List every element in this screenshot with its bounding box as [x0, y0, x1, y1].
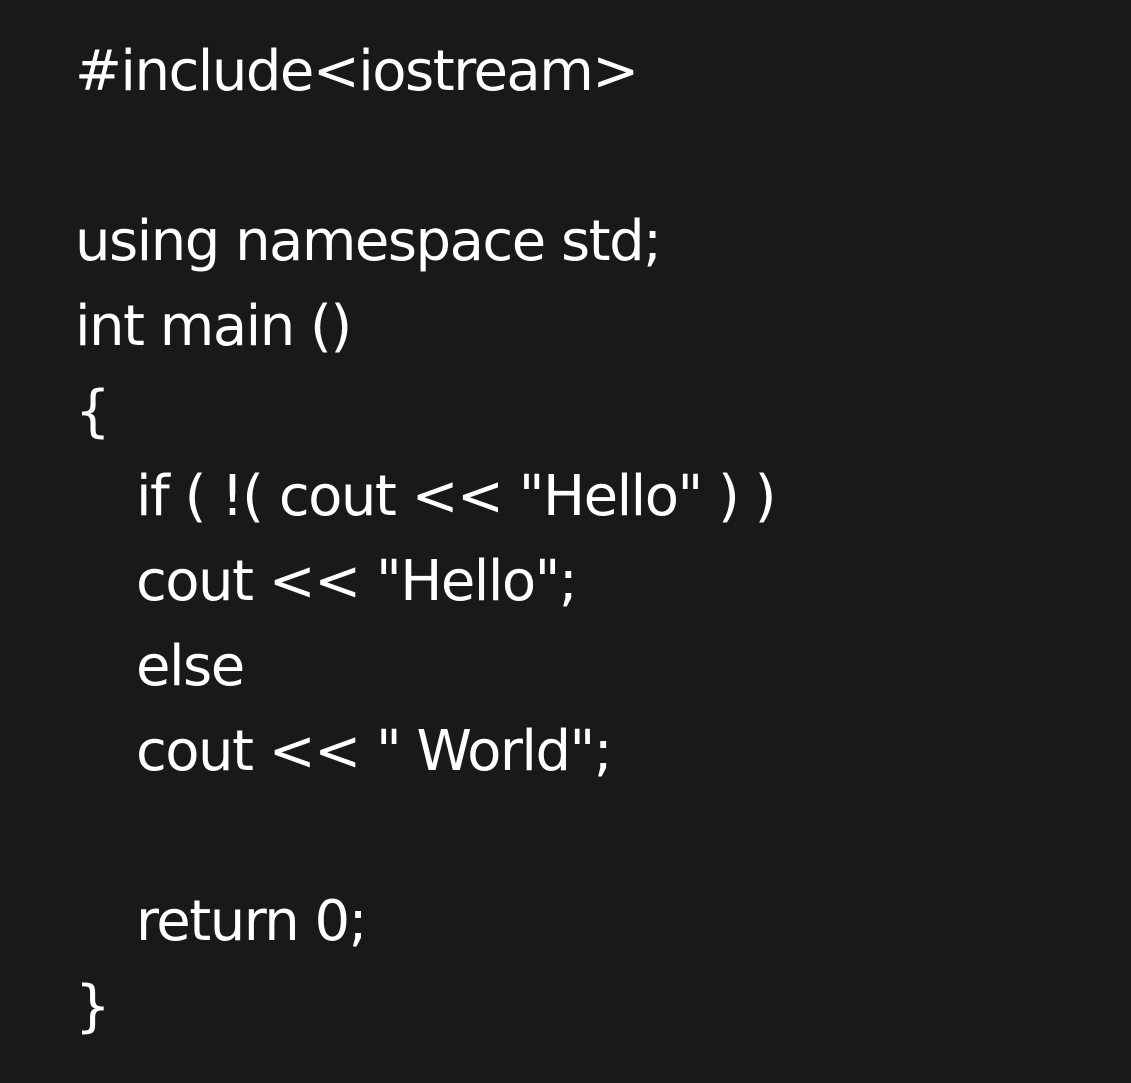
code-line-close-brace: }: [75, 974, 111, 1039]
code-snippet: #include<iostream> using namespace std; …: [0, 0, 1131, 1083]
code-line-using-namespace: using namespace std;: [75, 209, 662, 274]
code-line-if-statement: if ( !( cout << "Hello" ) ): [136, 464, 777, 529]
code-line-else: else: [136, 634, 245, 699]
code-line-cout-hello: cout << "Hello";: [136, 549, 578, 614]
code-line-return: return 0;: [136, 889, 368, 954]
code-line-include: #include<iostream>: [75, 39, 639, 104]
code-line-cout-world: cout << " World";: [136, 719, 613, 784]
code-line-open-brace: {: [75, 379, 111, 444]
code-line-main-signature: int main (): [75, 294, 352, 359]
